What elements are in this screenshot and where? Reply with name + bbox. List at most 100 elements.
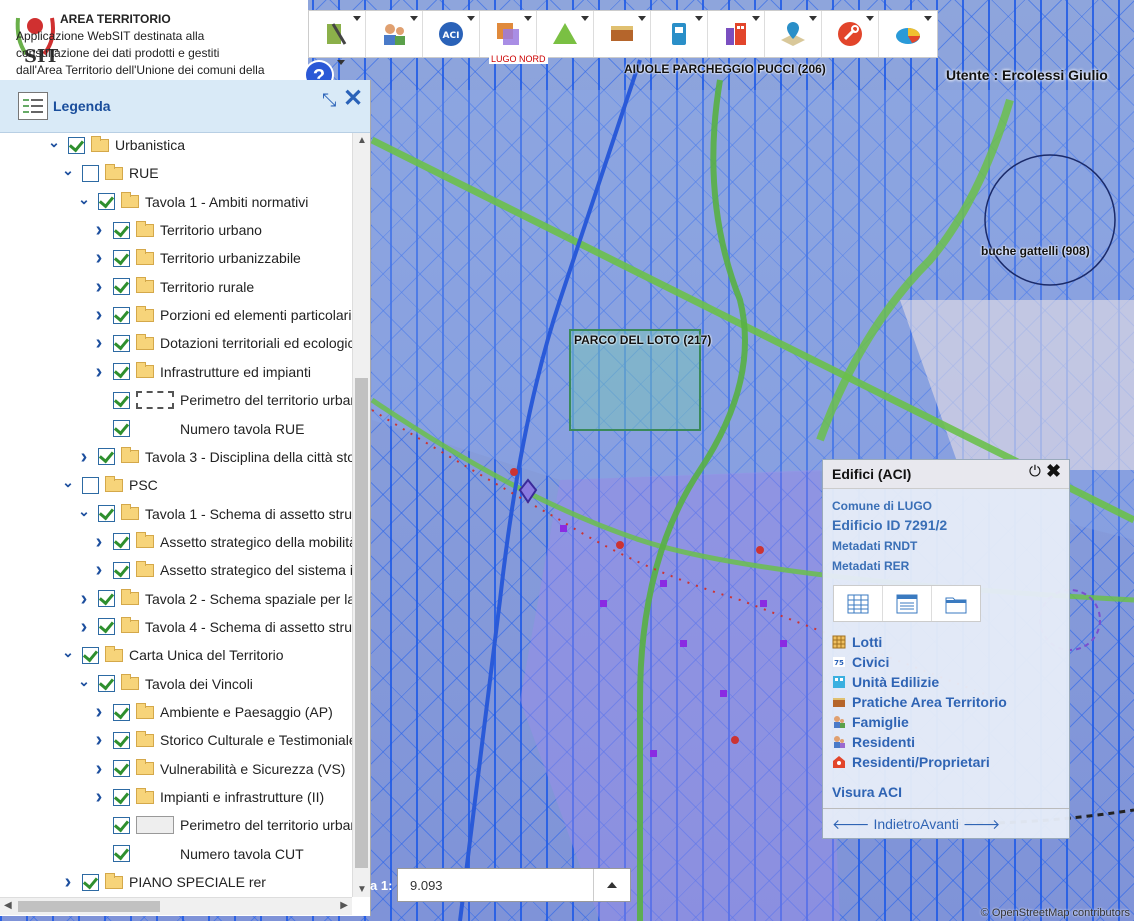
chevron-right-icon[interactable]: › [93, 560, 105, 580]
legend-tree-item[interactable]: ⌄ Urbanistica [48, 133, 185, 158]
chevron-down-icon[interactable]: ⌄ [62, 475, 74, 491]
chevron-right-icon[interactable]: › [93, 787, 105, 807]
popup-back-link[interactable]: Indietro [873, 816, 920, 832]
popup-forward-link[interactable]: Avanti [920, 816, 959, 832]
layer-visibility-checkbox[interactable] [113, 391, 130, 409]
toolbar-button-wall[interactable] [594, 11, 651, 57]
layer-visibility-checkbox[interactable] [113, 760, 130, 778]
chevron-right-icon[interactable]: › [62, 872, 74, 892]
tab-table-view[interactable] [834, 586, 883, 621]
layer-visibility-checkbox[interactable] [82, 873, 99, 891]
legend-tree-item[interactable]: ⌄ Tavola dei Vincoli [78, 671, 253, 697]
toolbar-button-building[interactable] [708, 11, 765, 57]
layer-visibility-checkbox[interactable] [113, 533, 130, 551]
legend-tree-item[interactable]: ⌄ RUE [62, 160, 159, 186]
layer-visibility-checkbox[interactable] [113, 278, 130, 296]
legend-tree-item[interactable]: › Territorio urbano [93, 217, 262, 243]
toolbar-button-users[interactable] [366, 11, 423, 57]
scale-select[interactable]: 9.093 [397, 868, 631, 902]
close-icon[interactable]: ✖ [1046, 461, 1061, 482]
layer-visibility-checkbox[interactable] [113, 420, 130, 437]
layer-visibility-checkbox[interactable] [82, 646, 99, 664]
popup-link-famiglie[interactable]: Famiglie [832, 712, 909, 732]
legend-horizontal-scroll-thumb[interactable] [18, 901, 160, 912]
legend-tree-item[interactable]: › Assetto strategico della mobilità [93, 529, 352, 555]
legend-tree-item[interactable]: › Impianti e infrastrutture (II) [93, 784, 325, 810]
chevron-right-icon[interactable]: › [93, 362, 105, 382]
layer-visibility-checkbox[interactable] [98, 448, 115, 466]
layer-visibility-checkbox[interactable] [68, 136, 85, 154]
legend-tree-item[interactable]: › Dotazioni territoriali ed ecologic [93, 330, 352, 356]
chevron-right-icon[interactable]: › [93, 702, 105, 722]
chevron-right-icon[interactable]: › [93, 277, 105, 297]
tab-list-view[interactable] [883, 586, 932, 621]
toolbar-button-document[interactable] [651, 11, 708, 57]
legend-vertical-scrollbar[interactable]: ▲ ▼ [352, 133, 370, 897]
legend-tree-item[interactable]: ⌄ Tavola 1 - Ambiti normativi [78, 189, 308, 215]
chevron-right-icon[interactable]: › [93, 305, 105, 325]
scale-dropdown-toggle[interactable] [593, 869, 630, 901]
chevron-down-icon[interactable]: ⌄ [78, 674, 90, 690]
layer-visibility-checkbox[interactable] [113, 249, 130, 267]
layer-visibility-checkbox[interactable] [98, 505, 115, 523]
popup-metadati-rndt-link[interactable]: Metadati RNDT [832, 539, 917, 553]
popup-comune-link[interactable]: Comune di LUGO [832, 499, 932, 513]
scroll-left-icon[interactable]: ◀ [4, 900, 12, 911]
popup-link-lotti[interactable]: Lotti [832, 632, 882, 652]
legend-tree-item[interactable]: › Territorio urbanizzabile [93, 245, 301, 271]
close-icon[interactable]: ✕ [343, 84, 363, 113]
toolbar-button-overlay[interactable] [480, 11, 537, 57]
layer-visibility-checkbox[interactable] [82, 476, 99, 494]
legend-tree-item[interactable]: ⌄ PSC [62, 472, 158, 498]
legend-tree-item[interactable]: › Storico Culturale e Testimoniale [93, 727, 352, 753]
legend-tree-item[interactable]: Numero tavola RUE [93, 416, 305, 442]
legend-tree-item[interactable]: Numero tavola CUT [93, 841, 304, 867]
legend-tree-item[interactable]: › Tavola 2 - Schema spaziale per la [78, 586, 352, 612]
collapse-icon[interactable]: ⤡ [322, 90, 336, 111]
scroll-up-icon[interactable]: ▲ [357, 135, 367, 146]
legend-tree-item[interactable]: › Territorio rurale [93, 274, 254, 300]
legend-tree-item[interactable]: › Porzioni ed elementi particolari [93, 302, 352, 328]
layer-visibility-checkbox[interactable] [113, 845, 130, 863]
toolbar-button-layers[interactable] [309, 11, 366, 57]
chevron-down-icon[interactable]: ⌄ [78, 504, 90, 520]
layer-visibility-checkbox[interactable] [98, 590, 115, 608]
legend-horizontal-scrollbar[interactable]: ◀ ▶ [0, 897, 352, 915]
toolbar-button-aci[interactable]: ACI [423, 11, 480, 57]
chevron-right-icon[interactable]: › [93, 532, 105, 552]
tab-folder-view[interactable] [932, 586, 980, 621]
popup-link-unita-edilizie[interactable]: Unità Edilizie [832, 672, 939, 692]
chevron-right-icon[interactable]: › [78, 617, 90, 637]
toolbar-button-stats[interactable] [879, 11, 936, 57]
layer-visibility-checkbox[interactable] [82, 164, 99, 182]
legend-tree-item[interactable]: › PIANO SPECIALE rer [62, 869, 266, 895]
layer-visibility-checkbox[interactable] [98, 675, 115, 693]
chevron-right-icon[interactable]: › [93, 248, 105, 268]
popup-link-civici[interactable]: 75 Civici [832, 652, 889, 672]
layer-visibility-checkbox[interactable] [98, 618, 115, 636]
legend-tree-item[interactable]: › Infrastrutture ed impianti [93, 359, 311, 385]
legend-tree-item[interactable]: ⌄ Carta Unica del Territorio [62, 642, 284, 668]
layer-visibility-checkbox[interactable] [113, 306, 130, 324]
layer-visibility-checkbox[interactable] [113, 334, 130, 352]
chevron-right-icon[interactable]: › [93, 220, 105, 240]
toolbar-button-tools[interactable] [822, 11, 879, 57]
chevron-right-icon[interactable]: › [78, 589, 90, 609]
legend-tree-item[interactable]: › Tavola 3 - Disciplina della città sto [78, 444, 352, 470]
layer-visibility-checkbox[interactable] [113, 816, 130, 834]
popup-link-residenti[interactable]: Residenti [832, 732, 915, 752]
legend-tree-item[interactable]: Perimetro del territorio urbar [93, 812, 352, 838]
toolbar-button-recycle[interactable] [537, 11, 594, 57]
legend-tree-item[interactable]: › Tavola 4 - Schema di assetto strut [78, 614, 352, 640]
popup-link-residenti-proprietari[interactable]: Residenti/Proprietari [832, 752, 990, 772]
chevron-down-icon[interactable]: ⌄ [62, 645, 74, 661]
layer-visibility-checkbox[interactable] [113, 561, 130, 579]
chevron-down-icon[interactable]: ⌄ [78, 192, 90, 208]
layer-visibility-checkbox[interactable] [98, 193, 115, 211]
legend-tree-item[interactable]: Perimetro del territorio urbar [93, 387, 352, 413]
layer-visibility-checkbox[interactable] [113, 703, 130, 721]
arrow-left-icon[interactable]: 🡐 [832, 816, 870, 832]
chevron-down-icon[interactable]: ⌄ [48, 135, 60, 151]
arrow-right-icon[interactable]: 🡒 [963, 816, 1001, 832]
chevron-down-icon[interactable]: ⌄ [62, 163, 74, 179]
